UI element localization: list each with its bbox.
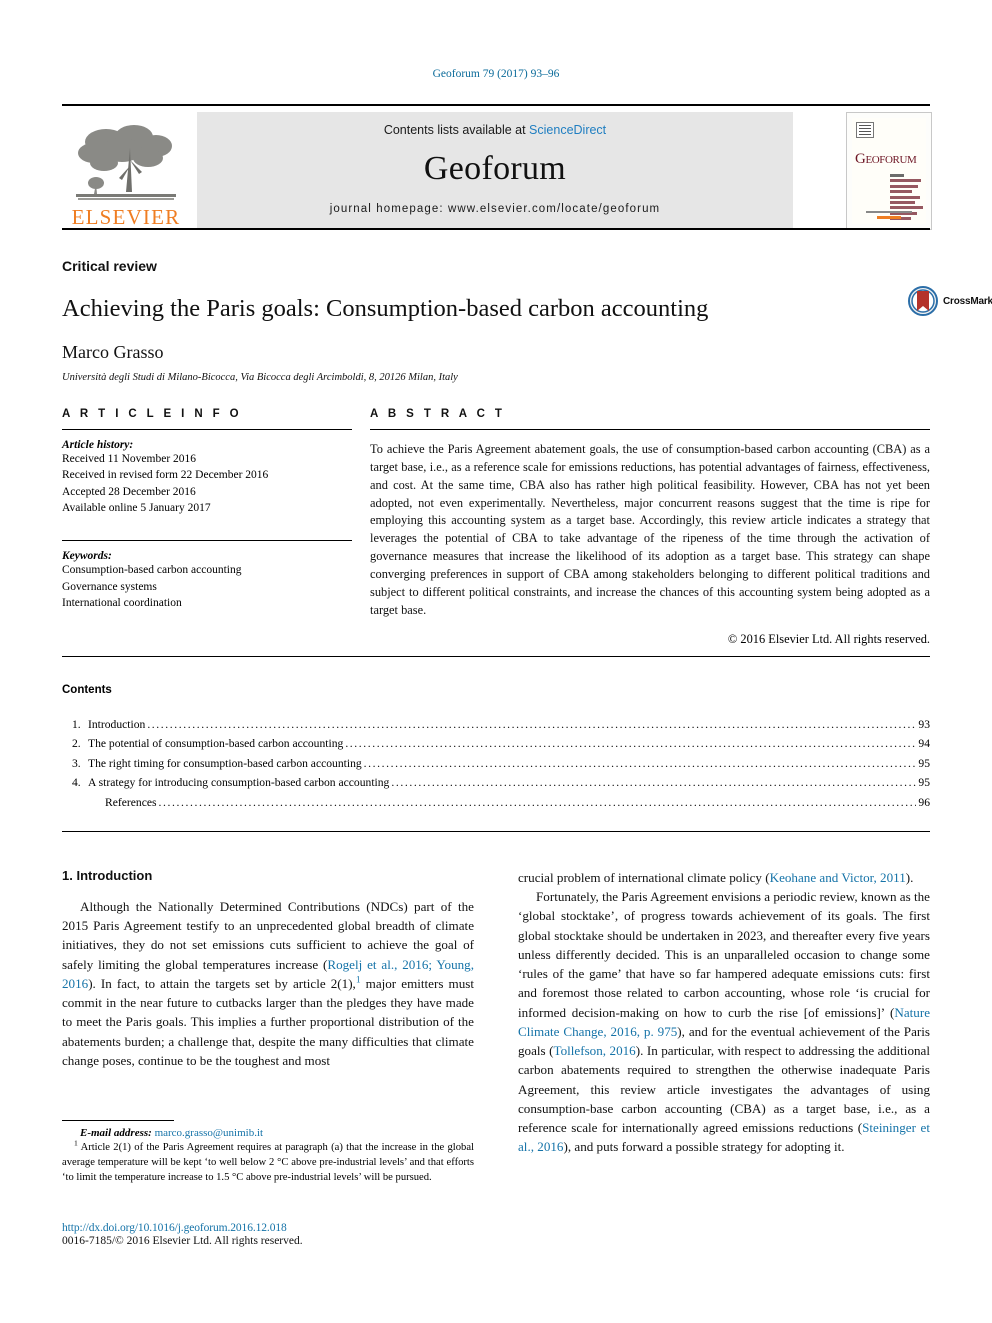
- history-accepted: Accepted 28 December 2016: [62, 485, 196, 498]
- history-available-online: Available online 5 January 2017: [62, 501, 211, 514]
- crossmark-label: CrossMark: [943, 295, 992, 307]
- body-paragraph: crucial problem of international climate…: [518, 868, 930, 887]
- article-info-heading: A R T I C L E I N F O: [62, 408, 243, 420]
- body-column-right: crucial problem of international climate…: [518, 868, 930, 1157]
- sciencedirect-link[interactable]: ScienceDirect: [529, 123, 606, 137]
- email-link[interactable]: marco.grasso@unimib.it: [155, 1127, 264, 1139]
- toc-leader-dots: ........................................…: [158, 795, 917, 809]
- toc-page-number: 93: [918, 718, 930, 731]
- cover-journal-title: GEOFORUM: [855, 151, 917, 167]
- footnote-number: 1: [74, 1138, 78, 1148]
- toc-leader-dots: ........................................…: [391, 776, 917, 790]
- toc-row[interactable]: 4. A strategy for introducing consumptio…: [62, 773, 930, 792]
- footnote-text: 1 Article 2(1) of the Paris Agreement re…: [62, 1138, 474, 1185]
- page-title: Achieving the Paris goals: Consumption-b…: [62, 295, 709, 322]
- masthead-center-panel: Contents lists available at ScienceDirec…: [197, 112, 793, 228]
- para-text: Fortunately, the Paris Agreement envisio…: [518, 889, 930, 1020]
- crossmark-badge[interactable]: CrossMark: [908, 286, 992, 316]
- toc-row[interactable]: 3. The right timing for consumption-base…: [62, 754, 930, 773]
- issn-copyright-line: 0016-7185/© 2016 Elsevier Ltd. All right…: [62, 1235, 303, 1247]
- journal-homepage-link[interactable]: journal homepage: www.elsevier.com/locat…: [330, 203, 661, 215]
- contents-available-line: Contents lists available at ScienceDirec…: [384, 123, 606, 137]
- footnote-email-line: E-mail address: marco.grasso@unimib.it: [62, 1127, 474, 1139]
- toc-page-number: 95: [918, 776, 930, 790]
- elsevier-wordmark: ELSEVIER: [71, 205, 181, 229]
- masthead-bottom-rule: [62, 228, 930, 230]
- toc-leader-dots: ........................................…: [147, 718, 917, 731]
- para-text: ), and puts forward a possible strategy …: [563, 1139, 845, 1155]
- article-type: Critical review: [62, 258, 157, 274]
- citation-link[interactable]: Keohane and Victor, 2011: [770, 870, 906, 885]
- keyword-item: International coordination: [62, 596, 182, 609]
- para-text: ).: [905, 870, 914, 885]
- para-text: ). In fact, to attain the targets set by…: [88, 975, 356, 991]
- contents-section: Contents 1. Introduction ...............…: [62, 656, 930, 833]
- abstract-copyright: © 2016 Elsevier Ltd. All rights reserved…: [727, 631, 930, 646]
- doi-link[interactable]: http://dx.doi.org/10.1016/j.geoforum.201…: [62, 1222, 562, 1234]
- keywords-block: Keywords: Consumption-based carbon accou…: [62, 540, 352, 611]
- toc-page-number: 95: [918, 756, 930, 770]
- abstract-rule: [370, 429, 930, 430]
- toc-label[interactable]: References: [88, 793, 157, 812]
- footnotes-block: E-mail address: marco.grasso@unimib.it 1…: [62, 1120, 474, 1185]
- masthead-top-rule: [62, 104, 930, 106]
- toc-label[interactable]: The right timing for consumption-based c…: [88, 754, 362, 773]
- body-column-left: 1. Introduction Although the Nationally …: [62, 868, 474, 1070]
- journal-masthead: ELSEVIER Contents lists available at Sci…: [62, 104, 932, 230]
- abstract-text: To achieve the Paris Agreement abatement…: [370, 442, 930, 617]
- keyword-item: Consumption-based carbon accounting: [62, 564, 242, 577]
- toc-number: 3.: [72, 756, 81, 770]
- footnote-separator-rule: [62, 1120, 174, 1121]
- contents-top-rule: [62, 656, 930, 657]
- toc-number: 2.: [72, 737, 81, 751]
- author-affiliation: Università degli Studi di Milano-Bicocca…: [62, 372, 458, 384]
- contents-heading: Contents: [62, 684, 112, 696]
- body-paragraph: Fortunately, the Paris Agreement envisio…: [518, 887, 930, 1156]
- keyword-item: Governance systems: [62, 580, 157, 593]
- contents-available-prefix: Contents lists available at: [383, 123, 530, 137]
- page-footer: http://dx.doi.org/10.1016/j.geoforum.201…: [62, 1222, 562, 1247]
- toc-leader-dots: ........................................…: [363, 756, 917, 770]
- cover-footer-mark: [866, 211, 912, 219]
- journal-cover-thumbnail[interactable]: GEOFORUM: [846, 112, 932, 230]
- running-head: Geoforum 79 (2017) 93–96: [432, 68, 560, 80]
- toc-leader-dots: ........................................…: [345, 737, 917, 751]
- history-received: Received 11 November 2016: [62, 453, 197, 465]
- article-info-column: A R T I C L E I N F O Article history: R…: [62, 408, 352, 611]
- article-info-rule: [62, 429, 352, 430]
- para-text: crucial problem of international climate…: [518, 870, 770, 885]
- footnote-body: Article 2(1) of the Paris Agreement requ…: [62, 1142, 474, 1183]
- article-history-label: Article history:: [62, 439, 134, 451]
- keywords-label: Keywords:: [62, 550, 112, 563]
- keywords-rule: [62, 540, 352, 542]
- toc-number: 1.: [72, 718, 81, 731]
- abstract-heading: A B S T R A C T: [370, 408, 506, 420]
- cover-inner: GEOFORUM: [852, 118, 926, 224]
- contents-bottom-rule: [62, 831, 930, 833]
- section-heading-introduction: 1. Introduction: [62, 868, 153, 883]
- abstract-column: A B S T R A C T To achieve the Paris Agr…: [370, 408, 930, 647]
- toc-label[interactable]: A strategy for introducing consumption-b…: [88, 773, 389, 792]
- toc-row[interactable]: 2. The potential of consumption-based ca…: [62, 734, 930, 753]
- toc-number: 4.: [72, 776, 81, 790]
- article-page: Geoforum 79 (2017) 93–96 ELSEVIER Conten…: [0, 0, 992, 1323]
- title-block: Critical review Achieving the Paris goal…: [62, 258, 992, 384]
- elsevier-logo: ELSEVIER: [66, 112, 186, 228]
- toc-row[interactable]: 1. Introduction ........................…: [62, 715, 930, 734]
- author-list: Marco Grasso: [62, 342, 164, 363]
- cover-elsevier-mark-icon: [856, 122, 874, 138]
- email-address-label: E-mail address:: [80, 1127, 152, 1139]
- toc-list: 1. Introduction ........................…: [62, 715, 930, 812]
- history-revised: Received in revised form 22 December 201…: [62, 469, 269, 482]
- citation-link[interactable]: Tollefson, 2016: [554, 1043, 636, 1058]
- toc-label[interactable]: The potential of consumption-based carbo…: [88, 734, 343, 753]
- toc-row[interactable]: References .............................…: [62, 793, 930, 812]
- crossmark-icon: [908, 286, 938, 316]
- toc-label[interactable]: Introduction: [88, 715, 145, 734]
- toc-page-number: 94: [918, 737, 930, 751]
- body-paragraph: Although the Nationally Determined Contr…: [62, 897, 474, 1070]
- elsevier-tree-icon: [76, 125, 176, 200]
- journal-title: Geoforum: [423, 150, 567, 187]
- toc-page-number: 96: [918, 795, 930, 809]
